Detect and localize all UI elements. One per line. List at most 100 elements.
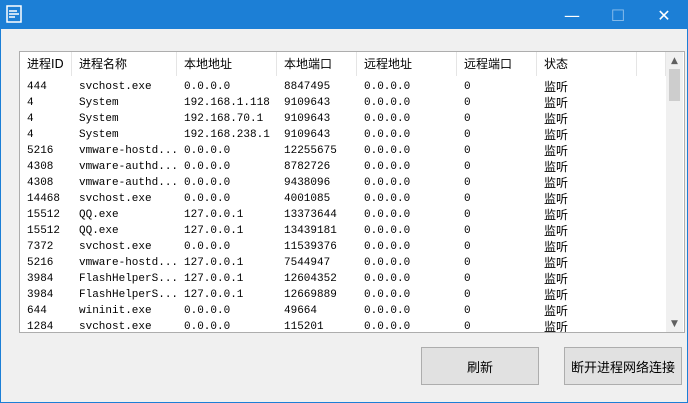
app-icon bbox=[6, 5, 22, 23]
remote-address-cell: 0.0.0.0 bbox=[364, 225, 411, 237]
process-name-cell: svchost.exe bbox=[79, 81, 152, 93]
remote-port-cell: 0 bbox=[464, 113, 471, 125]
table-row[interactable]: 3984 FlashHelperS... 127.0.0.1 12604352 0.0.… bbox=[20, 271, 666, 287]
vertical-scrollbar[interactable]: ▲ ▼ bbox=[666, 52, 683, 332]
local-port-cell: 9109643 bbox=[284, 97, 331, 109]
process-name-cell: QQ.exe bbox=[79, 209, 119, 221]
local-port-cell: 7544947 bbox=[284, 257, 331, 269]
remote-port-cell: 0 bbox=[464, 209, 471, 221]
pid-cell: 15512 bbox=[27, 209, 61, 221]
table-row[interactable]: 7372 svchost.exe 0.0.0.0 11539376 0.0.0.0 0 监听 bbox=[20, 239, 666, 255]
pid-cell: 4 bbox=[27, 129, 34, 141]
minimize-icon: — bbox=[564, 5, 580, 25]
remote-port-cell: 0 bbox=[464, 177, 471, 189]
remote-port-cell: 0 bbox=[464, 97, 471, 109]
local-address-cell: 0.0.0.0 bbox=[184, 241, 231, 253]
local-address-cell: 127.0.0.1 bbox=[184, 289, 244, 301]
pid-cell: 4308 bbox=[27, 161, 54, 173]
pid-cell: 14468 bbox=[27, 193, 61, 205]
close-icon: ✕ bbox=[657, 5, 671, 25]
remote-address-cell: 0.0.0.0 bbox=[364, 113, 411, 125]
status-cell: 监听 bbox=[544, 240, 569, 254]
local-address-cell: 127.0.0.1 bbox=[184, 257, 244, 269]
table-row[interactable]: 444 svchost.exe 0.0.0.0 8847495 0.0.0.0 0 监听 bbox=[20, 79, 666, 95]
table-row[interactable]: 14468 svchost.exe 0.0.0.0 4001085 0.0.0.0 0 监听 bbox=[20, 191, 666, 207]
remote-port-cell: 0 bbox=[464, 193, 471, 205]
pid-cell: 1284 bbox=[27, 321, 54, 333]
remote-address-cell: 0.0.0.0 bbox=[364, 305, 411, 317]
remote-address-cell: 0.0.0.0 bbox=[364, 161, 411, 173]
status-cell: 监听 bbox=[544, 128, 569, 142]
table-row[interactable]: 4308 vmware-authd... 0.0.0.0 8782726 0.0.0.0… bbox=[20, 159, 666, 175]
title-bar[interactable]: — ☐ ✕ bbox=[1, 1, 687, 29]
scroll-up-icon[interactable]: ▲ bbox=[666, 52, 683, 69]
local-address-cell: 127.0.0.1 bbox=[184, 225, 244, 237]
table-row[interactable]: 5216 vmware-hostd... 0.0.0.0 12255675 0.0.0.… bbox=[20, 143, 666, 159]
remote-address-cell: 0.0.0.0 bbox=[364, 273, 411, 285]
column-header-status[interactable]: 状态 bbox=[537, 52, 637, 76]
table-row[interactable]: 5216 vmware-hostd... 127.0.0.1 7544947 0.0.0… bbox=[20, 255, 666, 271]
status-cell: 监听 bbox=[544, 256, 569, 270]
column-header-remote-port[interactable]: 远程端口 bbox=[457, 52, 537, 76]
disconnect-button[interactable]: 断开进程网络连接 bbox=[564, 347, 682, 385]
process-name-cell: wininit.exe bbox=[79, 305, 152, 317]
remote-address-cell: 0.0.0.0 bbox=[364, 177, 411, 189]
scroll-down-icon[interactable]: ▼ bbox=[666, 315, 683, 332]
local-port-cell: 8782726 bbox=[284, 161, 331, 173]
column-header-local-address[interactable]: 本地地址 bbox=[177, 52, 277, 76]
local-port-cell: 12669889 bbox=[284, 289, 337, 301]
pid-cell: 4 bbox=[27, 113, 34, 125]
remote-address-cell: 0.0.0.0 bbox=[364, 145, 411, 157]
minimize-button[interactable]: — bbox=[549, 1, 595, 29]
local-address-cell: 0.0.0.0 bbox=[184, 145, 231, 157]
process-name-cell: vmware-authd... bbox=[79, 177, 177, 189]
pid-cell: 644 bbox=[27, 305, 47, 317]
local-port-cell: 9438096 bbox=[284, 177, 331, 189]
status-cell: 监听 bbox=[544, 176, 569, 190]
remote-address-cell: 0.0.0.0 bbox=[364, 209, 411, 221]
remote-port-cell: 0 bbox=[464, 305, 471, 317]
local-port-cell: 11539376 bbox=[284, 241, 337, 253]
process-name-cell: QQ.exe bbox=[79, 225, 119, 237]
column-header-local-port[interactable]: 本地端口 bbox=[277, 52, 357, 76]
remote-port-cell: 0 bbox=[464, 161, 471, 173]
column-header-pid[interactable]: 进程ID bbox=[20, 52, 72, 76]
maximize-button: ☐ bbox=[595, 1, 641, 29]
remote-port-cell: 0 bbox=[464, 225, 471, 237]
table-row[interactable]: 4 System 192.168.238.1 9109643 0.0.0.0 0 监听 bbox=[20, 127, 666, 143]
refresh-button[interactable]: 刷新 bbox=[421, 347, 539, 385]
pid-cell: 444 bbox=[27, 81, 47, 93]
table-row[interactable]: 4 System 192.168.70.1 9109643 0.0.0.0 0 监听 bbox=[20, 111, 666, 127]
table-row[interactable]: 4 System 192.168.1.118 9109643 0.0.0.0 0 监听 bbox=[20, 95, 666, 111]
table-row[interactable]: 1284 svchost.exe 0.0.0.0 115201 0.0.0.0 0 监听 bbox=[20, 319, 666, 333]
column-header-remote-address[interactable]: 远程地址 bbox=[357, 52, 457, 76]
pid-cell: 3984 bbox=[27, 273, 54, 285]
process-name-cell: vmware-hostd... bbox=[79, 257, 177, 269]
connection-list[interactable]: 进程ID 进程名称 本地地址 本地端口 远程地址 远程端口 状态 444 svch… bbox=[19, 51, 685, 333]
status-cell: 监听 bbox=[544, 160, 569, 174]
pid-cell: 7372 bbox=[27, 241, 54, 253]
local-port-cell: 49664 bbox=[284, 305, 318, 317]
local-port-cell: 9109643 bbox=[284, 113, 331, 125]
remote-address-cell: 0.0.0.0 bbox=[364, 97, 411, 109]
close-button[interactable]: ✕ bbox=[641, 1, 687, 29]
process-name-cell: System bbox=[79, 129, 119, 141]
table-row[interactable]: 644 wininit.exe 0.0.0.0 49664 0.0.0.0 0 监听 bbox=[20, 303, 666, 319]
pid-cell: 4 bbox=[27, 97, 34, 109]
table-row[interactable]: 15512 QQ.exe 127.0.0.1 13439181 0.0.0.0 0 监听 bbox=[20, 223, 666, 239]
local-address-cell: 0.0.0.0 bbox=[184, 177, 231, 189]
local-address-cell: 192.168.1.118 bbox=[184, 97, 270, 109]
column-header-process-name[interactable]: 进程名称 bbox=[72, 52, 177, 76]
remote-address-cell: 0.0.0.0 bbox=[364, 257, 411, 269]
table-row[interactable]: 3984 FlashHelperS... 127.0.0.1 12669889 0.0.… bbox=[20, 287, 666, 303]
list-rows: 444 svchost.exe 0.0.0.0 8847495 0.0.0.0 0 监听 4 S… bbox=[20, 79, 666, 333]
table-row[interactable]: 15512 QQ.exe 127.0.0.1 13373644 0.0.0.0 0 监听 bbox=[20, 207, 666, 223]
local-port-cell: 13373644 bbox=[284, 209, 337, 221]
table-row[interactable]: 4308 vmware-authd... 0.0.0.0 9438096 0.0.0.0… bbox=[20, 175, 666, 191]
local-address-cell: 192.168.70.1 bbox=[184, 113, 264, 125]
status-cell: 监听 bbox=[544, 144, 569, 158]
local-port-cell: 12604352 bbox=[284, 273, 337, 285]
scroll-thumb[interactable] bbox=[669, 69, 680, 101]
status-cell: 监听 bbox=[544, 272, 569, 286]
local-port-cell: 115201 bbox=[284, 321, 324, 333]
